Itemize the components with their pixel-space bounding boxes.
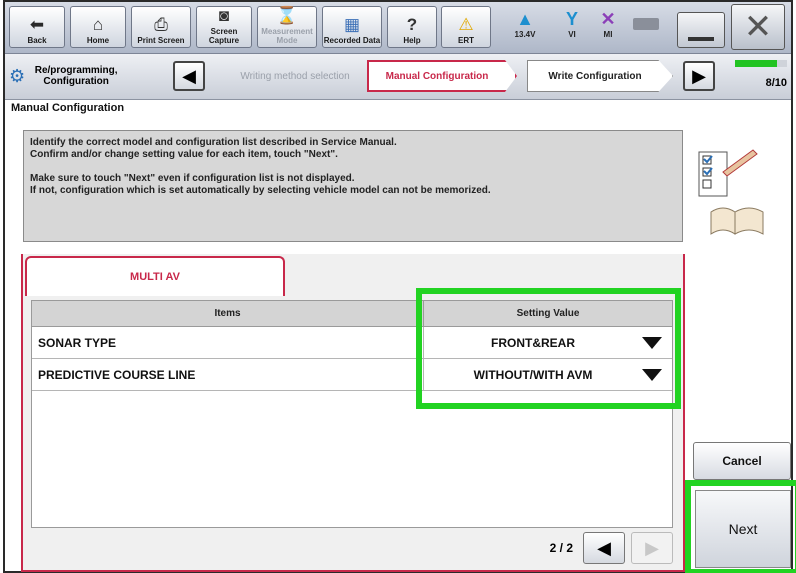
- right-arrow-icon: ▶: [692, 65, 706, 86]
- mi-status: ✕ MI: [593, 8, 623, 39]
- reprogramming-section: ⚙ Re/programming, Configuration: [9, 65, 118, 87]
- minimize-icon: [688, 37, 714, 41]
- car-battery-icon: ▲: [516, 9, 534, 29]
- close-icon: ✕: [743, 8, 773, 46]
- left-arrow-icon: ◀: [182, 65, 196, 86]
- cancel-button[interactable]: Cancel: [693, 442, 791, 480]
- home-icon: ⌂: [92, 15, 104, 34]
- measurement-mode-button[interactable]: ⌛ Measurement Mode: [257, 6, 317, 48]
- service-manual-icon: [695, 142, 775, 242]
- minimize-button[interactable]: [677, 12, 725, 48]
- left-arrow-icon: ◀: [597, 537, 611, 558]
- step-writing-method: Writing method selection: [240, 70, 350, 82]
- next-button-highlight: [685, 480, 796, 573]
- instruction-box: Identify the correct model and configura…: [23, 130, 683, 242]
- progress-indicator: 8/10: [731, 60, 787, 94]
- progress-bar: [735, 60, 787, 67]
- item-name: PREDICTIVE COURSE LINE: [32, 359, 424, 390]
- consult-window: ⬅ Back ⌂ Home ⎙ Print Screen ◙ Screen Ca…: [3, 0, 796, 573]
- signal-icon: Y: [565, 9, 578, 29]
- home-button[interactable]: ⌂ Home: [70, 6, 126, 48]
- recorded-data-button[interactable]: ▦ Recorded Data: [322, 6, 382, 48]
- step-manual-configuration: Manual Configuration: [367, 60, 517, 92]
- battery-level-icon: [633, 18, 659, 30]
- ert-button[interactable]: ⚠ ERT: [441, 6, 491, 48]
- item-name: SONAR TYPE: [32, 327, 424, 358]
- items-column-header: Items: [32, 301, 424, 326]
- help-icon: ?: [406, 15, 418, 34]
- close-button[interactable]: ✕: [731, 4, 785, 50]
- screen-capture-button[interactable]: ◙ Screen Capture: [196, 6, 252, 48]
- page-indicator: 2 / 2: [549, 541, 573, 555]
- step-navigation-bar: ⚙ Re/programming, Configuration ◀ Writin…: [5, 54, 791, 100]
- printer-icon: ⎙: [154, 15, 168, 34]
- progress-fill: [735, 60, 777, 67]
- recorded-data-icon: ▦: [343, 15, 361, 34]
- back-button[interactable]: ⬅ Back: [9, 6, 65, 48]
- previous-page-button[interactable]: ◀: [583, 532, 625, 564]
- next-page-button[interactable]: ▶: [631, 532, 673, 564]
- vi-status: Y VI: [557, 8, 587, 39]
- camera-icon: ◙: [218, 6, 230, 25]
- right-arrow-icon: ▶: [645, 537, 659, 558]
- tab-multi-av[interactable]: MULTI AV: [25, 256, 285, 296]
- pagination: 2 / 2 ◀ ▶: [31, 530, 673, 566]
- measurement-icon: ⌛: [276, 6, 298, 25]
- setting-value-highlight: [416, 288, 681, 409]
- no-connection-icon: ✕: [600, 9, 616, 29]
- help-button[interactable]: ? Help: [387, 6, 437, 48]
- next-step-button[interactable]: ▶: [683, 61, 715, 91]
- top-toolbar: ⬅ Back ⌂ Home ⎙ Print Screen ◙ Screen Ca…: [5, 2, 791, 54]
- back-arrow-icon: ⬅: [29, 15, 45, 34]
- page-title: Manual Configuration: [11, 102, 125, 114]
- print-screen-button[interactable]: ⎙ Print Screen: [131, 6, 191, 48]
- battery-status: ▲ 13.4V: [499, 8, 551, 39]
- step-write-configuration: Write Configuration: [527, 60, 673, 92]
- previous-step-button[interactable]: ◀: [173, 61, 205, 91]
- wrench-icon: ⚙: [9, 65, 26, 86]
- warning-icon: ⚠: [458, 15, 474, 34]
